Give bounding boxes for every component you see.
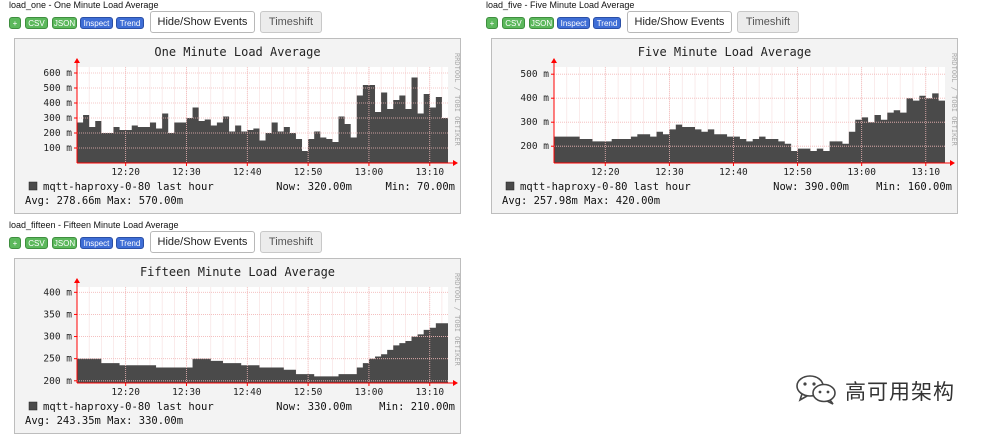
graph-frame: One Minute Load Average RRDTOOL / TOBI OE… <box>14 38 461 214</box>
x-axis-arrow <box>950 160 955 166</box>
add-button[interactable]: + <box>9 17 21 29</box>
hide-show-events-button[interactable]: Hide/Show Events <box>627 11 732 33</box>
x-tick-label: 12:20 <box>591 167 620 178</box>
load-chart-svg: One Minute Load Average RRDTOOL / TOBI OE… <box>25 45 460 207</box>
json-button[interactable]: JSON <box>529 17 554 29</box>
rrdtool-watermark: RRDTOOL / TOBI OETIKER <box>453 53 460 147</box>
x-tick-label: 13:00 <box>355 387 384 398</box>
y-tick-label: 350 m <box>43 309 72 320</box>
y-tick-label: 200 m <box>43 128 72 139</box>
y-tick-label: 300 m <box>43 332 72 343</box>
x-tick-label: 13:10 <box>415 167 444 178</box>
x-tick-label: 12:30 <box>172 167 201 178</box>
legend-swatch <box>28 181 38 191</box>
y-tick-label: 400 m <box>520 93 549 104</box>
timeshift-button[interactable]: Timeshift <box>737 11 799 33</box>
json-button[interactable]: JSON <box>52 237 77 249</box>
panel-load-fifteen: load_fifteen - Fifteen Minute Load Avera… <box>9 220 464 434</box>
panel-title: load_one - One Minute Load Average <box>9 0 159 10</box>
y-tick-label: 500 m <box>43 83 72 94</box>
trend-button[interactable]: Trend <box>116 237 144 249</box>
panel-load-one: load_one - One Minute Load Average + CSV… <box>9 0 464 214</box>
load-chart-svg: Five Minute Load Average RRDTOOL / TOBI O… <box>502 45 957 207</box>
x-tick-label: 12:40 <box>233 387 262 398</box>
y-tick-label: 250 m <box>43 354 72 365</box>
x-tick-label: 12:50 <box>294 167 323 178</box>
y-axis-arrow <box>74 278 80 283</box>
legend-min: Min: 70.00m <box>385 181 455 193</box>
x-tick-label: 13:00 <box>847 167 876 178</box>
y-tick-label: 400 m <box>43 287 72 298</box>
chart-title: One Minute Load Average <box>154 45 320 59</box>
chart-title: Fifteen Minute Load Average <box>140 265 335 279</box>
y-axis-arrow <box>74 58 80 63</box>
csv-button[interactable]: CSV <box>25 17 48 29</box>
legend-swatch <box>505 181 515 191</box>
y-tick-label: 100 m <box>43 143 72 154</box>
x-tick-label: 12:40 <box>719 167 748 178</box>
y-tick-label: 400 m <box>43 98 72 109</box>
legend-series-name: mqtt-haproxy-0-80 last hour <box>43 401 214 413</box>
timeshift-button[interactable]: Timeshift <box>260 231 322 253</box>
panel-title: load_fifteen - Fifteen Minute Load Avera… <box>9 220 179 230</box>
legend-avg-max: Avg: 257.98m Max: 420.00m <box>502 195 660 207</box>
x-tick-label: 13:10 <box>911 167 940 178</box>
y-tick-label: 300 m <box>520 117 549 128</box>
panel-toolbar: + CSV JSON Inspect Trend Hide/Show Event… <box>486 11 799 33</box>
rrdtool-watermark: RRDTOOL / TOBI OETIKER <box>453 273 460 367</box>
legend-series-name: mqtt-haproxy-0-80 last hour <box>520 181 691 193</box>
json-button[interactable]: JSON <box>52 17 77 29</box>
x-tick-label: 13:00 <box>355 167 384 178</box>
legend-min: Min: 160.00m <box>876 181 952 193</box>
x-axis-arrow <box>453 160 458 166</box>
y-tick-label: 200 m <box>43 376 72 387</box>
y-tick-label: 500 m <box>520 69 549 80</box>
x-axis-arrow <box>453 380 458 386</box>
y-tick-label: 200 m <box>520 141 549 152</box>
trend-button[interactable]: Trend <box>116 17 144 29</box>
y-tick-label: 600 m <box>43 68 72 79</box>
legend-swatch <box>28 401 38 411</box>
csv-button[interactable]: CSV <box>502 17 525 29</box>
rrdtool-watermark: RRDTOOL / TOBI OETIKER <box>950 53 957 147</box>
panel-load-five: load_five - Five Minute Load Average + C… <box>486 0 958 214</box>
x-tick-label: 12:40 <box>233 167 262 178</box>
add-button[interactable]: + <box>9 237 21 249</box>
brand-text: 高可用架构 <box>845 380 955 404</box>
legend-min: Min: 210.00m <box>379 401 455 413</box>
csv-button[interactable]: CSV <box>25 237 48 249</box>
graph-frame: Fifteen Minute Load Average RRDTOOL / TOB… <box>14 258 461 434</box>
wechat-icon <box>796 375 836 405</box>
x-tick-label: 12:20 <box>111 387 140 398</box>
panel-toolbar: + CSV JSON Inspect Trend Hide/Show Event… <box>9 11 322 33</box>
trend-button[interactable]: Trend <box>593 17 621 29</box>
brand-watermark: 高可用架构 <box>793 372 983 406</box>
inspect-button[interactable]: Inspect <box>80 237 113 249</box>
timeshift-button[interactable]: Timeshift <box>260 11 322 33</box>
inspect-button[interactable]: Inspect <box>80 17 113 29</box>
load-chart-svg: Fifteen Minute Load Average RRDTOOL / TOB… <box>25 265 460 427</box>
legend-avg-max: Avg: 278.66m Max: 570.00m <box>25 195 183 207</box>
legend-now: Now: 320.00m <box>276 181 352 193</box>
legend-series-name: mqtt-haproxy-0-80 last hour <box>43 181 214 193</box>
inspect-button[interactable]: Inspect <box>557 17 590 29</box>
x-tick-label: 12:50 <box>783 167 812 178</box>
graph-frame: Five Minute Load Average RRDTOOL / TOBI O… <box>491 38 958 214</box>
hide-show-events-button[interactable]: Hide/Show Events <box>150 11 255 33</box>
legend-now: Now: 390.00m <box>773 181 849 193</box>
legend-avg-max: Avg: 243.35m Max: 330.00m <box>25 415 183 427</box>
x-tick-label: 13:10 <box>415 387 444 398</box>
x-tick-label: 12:20 <box>111 167 140 178</box>
add-button[interactable]: + <box>486 17 498 29</box>
legend-now: Now: 330.00m <box>276 401 352 413</box>
y-axis-arrow <box>551 58 557 63</box>
chart-title: Five Minute Load Average <box>638 45 811 59</box>
x-tick-label: 12:50 <box>294 387 323 398</box>
x-tick-label: 12:30 <box>172 387 201 398</box>
y-tick-label: 300 m <box>43 113 72 124</box>
hide-show-events-button[interactable]: Hide/Show Events <box>150 231 255 253</box>
x-tick-label: 12:30 <box>655 167 684 178</box>
panel-toolbar: + CSV JSON Inspect Trend Hide/Show Event… <box>9 231 322 253</box>
panel-title: load_five - Five Minute Load Average <box>486 0 635 10</box>
